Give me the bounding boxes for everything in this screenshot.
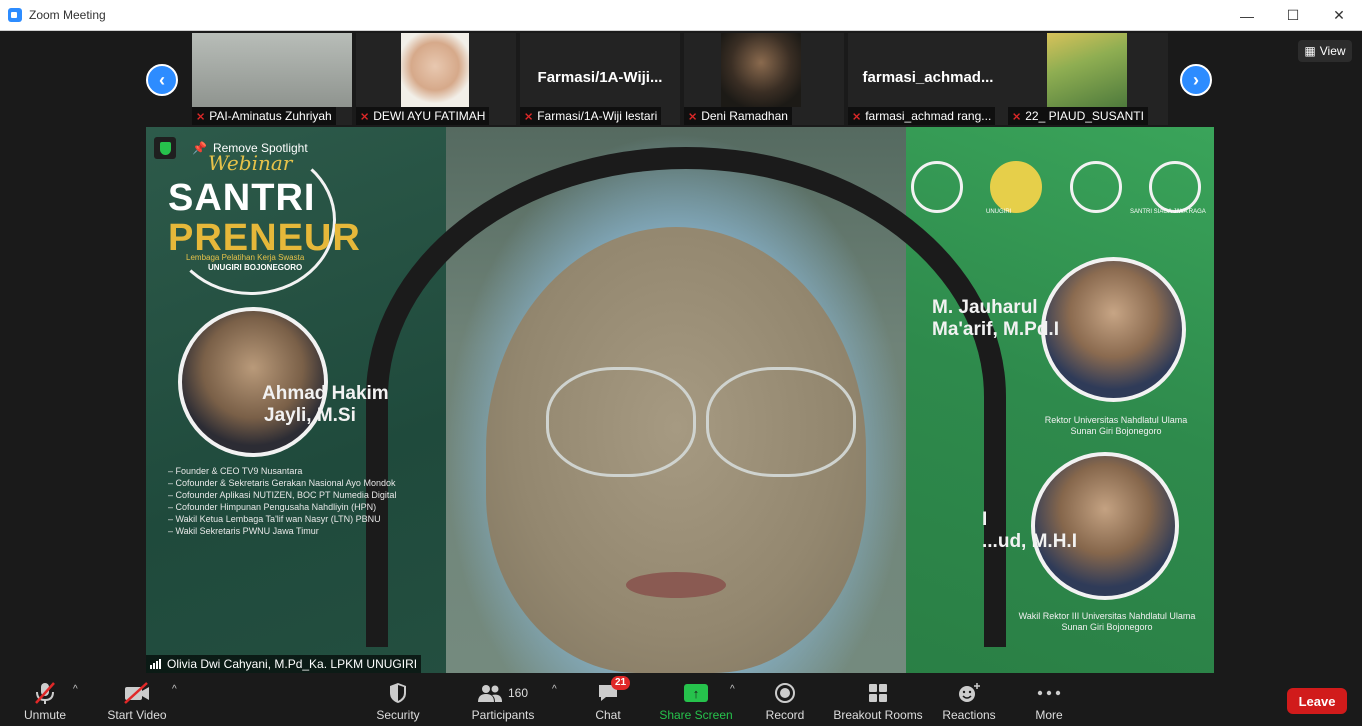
santri-siaga-logo-icon [1148, 161, 1201, 213]
speaker-left-name: Ahmad Hakim Jayli, M.Si [262, 383, 389, 426]
video-feed [192, 33, 352, 107]
active-speaker-label: Olivia Dwi Cahyani, M.Pd_Ka. LPKM UNUGIR… [146, 655, 422, 673]
view-button[interactable]: ▦ View [1298, 40, 1352, 62]
logo-caption-santri-siaga: SANTRI SIAGA JIWA RAGA [1130, 209, 1206, 215]
participant-strip: ‹ ⨯ PAI-Aminatus Zuhriyah ⨯ DEWI AYU FATIM… [0, 31, 1362, 125]
close-button[interactable]: ✕ [1316, 0, 1362, 31]
participant-name: ⨯ PAI-Aminatus Zuhriyah [192, 107, 336, 125]
signal-strength-icon [150, 659, 161, 669]
shield-check-icon [159, 141, 171, 155]
chat-unread-badge: 21 [611, 676, 631, 690]
next-page-button[interactable]: › [1180, 64, 1212, 96]
mic-muted-icon: ⨯ [360, 110, 370, 123]
record-button[interactable]: Record [763, 678, 807, 722]
speaker-lips [626, 572, 726, 598]
zoom-window: Zoom Meeting — ☐ ✕ ‹ ⨯ PAI-Aminatus Zuhri… [0, 0, 1362, 726]
spotlight-video: Webinar SANTRI PRENEUR Lembaga Pelatihan… [146, 127, 1214, 673]
more-dots-icon [1037, 680, 1061, 706]
start-video-button[interactable]: Start Video [106, 678, 168, 722]
reactions-icon [957, 680, 981, 706]
mic-muted-icon: ⨯ [524, 110, 534, 123]
banner-sub1: Lembaga Pelatihan Kerja Swasta [186, 253, 305, 262]
breakout-rooms-icon [867, 680, 889, 706]
participants-button[interactable]: 160 Participants [470, 678, 536, 722]
logo-caption-unugiri: UNUGIRI [986, 209, 1012, 215]
participant-name: ⨯ farmasi_achmad rang... [848, 107, 996, 125]
speaker-right1-desc: Rektor Universitas Nahdlatul Ulama Sunan… [1044, 415, 1188, 436]
maximize-button[interactable]: ☐ [1270, 0, 1316, 31]
participant-thumb-5[interactable]: farmasi_achmad... ⨯ farmasi_achmad rang..… [848, 33, 1008, 125]
remove-spotlight-button[interactable]: 📌 Remove Spotlight [192, 139, 308, 157]
speaker-right2-name: I ...ud, M.H.I [982, 509, 1077, 552]
speaker-right1-photo [1041, 257, 1186, 402]
mic-muted-icon: ⨯ [688, 110, 698, 123]
window-title: Zoom Meeting [29, 8, 106, 22]
mic-muted-icon [34, 680, 56, 706]
glasses-left-lens [546, 367, 696, 477]
share-screen-icon: ↑ [684, 684, 708, 702]
participant-name: ⨯ Farmasi/1A-Wiji lestari [520, 107, 662, 125]
video-feed [721, 33, 801, 107]
prev-page-button[interactable]: ‹ [146, 64, 178, 96]
banner-title-line1: SANTRI [168, 177, 316, 219]
speaker-right1-name: M. Jauharul Ma'arif, M.Pd.I [932, 297, 1059, 340]
reactions-button[interactable]: Reactions [942, 678, 996, 722]
participants-options-caret[interactable]: ^ [552, 684, 557, 695]
share-options-caret[interactable]: ^ [730, 684, 735, 695]
mic-muted-icon: ⨯ [196, 110, 206, 123]
banner-sub2: UNUGIRI BOJONEGORO [208, 263, 303, 272]
participant-thumb-4[interactable]: ⨯ Deni Ramadhan [684, 33, 844, 125]
window-controls: — ☐ ✕ [1224, 0, 1362, 31]
leave-button[interactable]: Leave [1287, 688, 1347, 714]
shield-icon [388, 680, 408, 706]
title-bar: Zoom Meeting — ☐ ✕ [0, 0, 1362, 31]
nu-logo-icon [1069, 161, 1122, 213]
participant-name: ⨯ Deni Ramadhan [684, 107, 792, 125]
participants-count: 160 [507, 686, 529, 700]
participant-thumb-2[interactable]: ⨯ DEWI AYU FATIMAH [356, 33, 516, 125]
participant-name: ⨯ 22_ PIAUD_SUSANTI [1008, 107, 1148, 125]
participant-display-name: Farmasi/1A-Wiji... [537, 69, 663, 86]
audio-options-caret[interactable]: ^ [73, 684, 78, 695]
record-icon [774, 680, 796, 706]
chat-button[interactable]: 21 Chat [590, 676, 631, 722]
glasses-right-lens [706, 367, 856, 477]
participant-display-name: farmasi_achmad... [862, 69, 994, 86]
share-screen-button[interactable]: ↑ Share Screen [659, 678, 733, 722]
unmute-button[interactable]: Unmute [22, 678, 68, 722]
pin-icon: 📌 [192, 141, 207, 155]
video-off-icon [123, 680, 151, 706]
unugiri-logo-icon [990, 161, 1043, 213]
speaker-right2-desc: Wakil Rektor III Universitas Nahdlatul U… [1018, 611, 1196, 632]
chevron-left-icon: ‹ [159, 69, 165, 90]
participant-thumb-1[interactable]: ⨯ PAI-Aminatus Zuhriyah [192, 33, 352, 125]
mic-muted-icon: ⨯ [852, 110, 862, 123]
tree-logo-icon [911, 161, 963, 213]
grid-icon: ▦ [1304, 44, 1316, 58]
encryption-badge[interactable] [154, 137, 176, 159]
security-button[interactable]: Security [373, 678, 423, 722]
video-feed [401, 33, 469, 107]
minimize-button[interactable]: — [1224, 0, 1270, 31]
zoom-app-icon [8, 8, 22, 22]
participants-icon: 160 [477, 680, 529, 706]
breakout-rooms-button[interactable]: Breakout Rooms [832, 678, 924, 722]
speaker-left-photo [178, 307, 328, 457]
video-options-caret[interactable]: ^ [172, 684, 177, 695]
participant-name: ⨯ DEWI AYU FATIMAH [356, 107, 490, 125]
video-feed [1047, 33, 1127, 107]
participant-thumb-3[interactable]: Farmasi/1A-Wiji... ⨯ Farmasi/1A-Wiji lest… [520, 33, 680, 125]
participant-thumb-6[interactable]: ⨯ 22_ PIAUD_SUSANTI [1008, 33, 1168, 125]
mic-muted-icon: ⨯ [1012, 110, 1022, 123]
chat-icon: 21 [597, 676, 631, 706]
banner-logos [911, 147, 1201, 227]
chevron-right-icon: › [1193, 69, 1199, 90]
speaker-left-roles: – Founder & CEO TV9 Nusantara – Cofounde… [168, 466, 397, 536]
more-button[interactable]: More [1030, 678, 1068, 722]
meeting-toolbar: Unmute ^ Start Video ^ Security 160 Part… [0, 674, 1362, 726]
